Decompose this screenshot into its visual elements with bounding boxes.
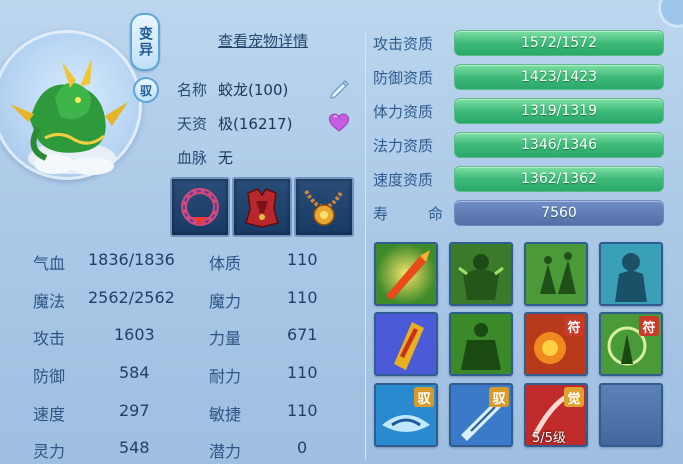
talent-label: 天资 (177, 115, 208, 133)
stat-label-spirit: 灵力 (33, 442, 66, 461)
aptitude-bar-speed: 1362/1362 (454, 166, 664, 192)
stat-value-defense: 584 (119, 363, 150, 382)
stat-label-endurance: 耐力 (209, 367, 242, 386)
ice-dragon-skill-icon[interactable]: 驭 (374, 383, 438, 447)
window-corner-ornament (658, 0, 683, 28)
green-golem-skill-icon[interactable] (449, 312, 513, 376)
talisman-strike-skill-icon[interactable] (374, 312, 438, 376)
tame-badge: 驭 (133, 77, 159, 103)
stat-value-agility: 110 (287, 401, 318, 420)
aptitude-label-mana: 法力资质 (373, 137, 434, 155)
aptitude-label-attack: 攻击资质 (373, 35, 434, 53)
blue-spirit-skill-icon[interactable] (599, 242, 663, 306)
stat-label-constitution: 体质 (209, 254, 242, 273)
stat-label-attack: 攻击 (33, 329, 66, 348)
stat-value-hp: 1836/1836 (88, 250, 175, 269)
aptitude-bar-defense: 1423/1423 (454, 64, 664, 90)
red-slash-skill-icon[interactable]: 觉 5/5级 (524, 383, 588, 447)
stat-value-spirit: 548 (119, 438, 150, 457)
stat-value-speed: 297 (119, 401, 150, 420)
talisman-tag: 符 (564, 316, 584, 336)
ice-blade-skill-icon[interactable]: 驭 (449, 383, 513, 447)
talisman-tag: 符 (639, 316, 659, 336)
empty-skill-slot[interactable] (599, 383, 663, 447)
aptitude-label-speed: 速度资质 (373, 171, 434, 189)
stat-value-endurance: 110 (287, 363, 318, 382)
edit-name-icon[interactable] (328, 77, 350, 99)
stat-label-defense: 防御 (33, 367, 66, 386)
stat-label-agility: 敏捷 (209, 405, 242, 424)
mutation-badge-text: 变异 (137, 26, 153, 58)
awaken-tag: 觉 (564, 387, 584, 407)
bloodline-label: 血脉 (177, 149, 208, 167)
name-value: 蛟龙(100) (218, 81, 289, 99)
aptitude-bar-attack: 1572/1572 (454, 30, 664, 56)
stat-value-potential: 0 (297, 438, 308, 457)
name-label: 名称 (177, 81, 208, 99)
stat-label-strength: 力量 (209, 329, 242, 348)
talent-value: 极(16217) (218, 115, 293, 133)
stat-value-strength: 671 (287, 325, 318, 344)
stat-label-speed: 速度 (33, 405, 66, 424)
stat-label-mp: 魔法 (33, 292, 66, 311)
aptitude-bar-mana: 1346/1346 (454, 132, 664, 158)
stat-value-mp: 2562/2562 (88, 288, 175, 307)
green-titan-skill-icon[interactable] (449, 242, 513, 306)
stat-value-constitution: 110 (287, 250, 318, 269)
tame-tag: 驭 (414, 387, 434, 407)
stat-value-attack: 1603 (114, 325, 155, 344)
heart-icon[interactable] (327, 111, 351, 133)
lifespan-label-1: 寿 (373, 205, 389, 223)
collar-icon (181, 188, 219, 226)
dragon-pet-portrait (10, 58, 128, 175)
amulet-icon (304, 189, 344, 226)
green-shield-skill-icon[interactable]: 符 (599, 312, 663, 376)
stat-label-hp: 气血 (33, 254, 66, 273)
lifespan-label-2: 命 (428, 205, 444, 223)
view-pet-details-link[interactable]: 查看宠物详情 (218, 30, 308, 51)
stat-value-magic: 110 (287, 288, 318, 307)
armor-icon (245, 188, 279, 228)
aptitude-label-stamina: 体力资质 (373, 103, 434, 121)
equipment-slot-amulet[interactable] (294, 177, 354, 237)
aptitude-bar-stamina: 1319/1319 (454, 98, 664, 124)
fire-fist-skill-icon[interactable]: 符 (524, 312, 588, 376)
panel-divider (365, 30, 366, 460)
lifespan-bar: 7560 (454, 200, 664, 226)
tame-tag: 驭 (489, 387, 509, 407)
skill-level-text: 5/5级 (532, 431, 566, 446)
fire-sword-skill-icon[interactable] (374, 242, 438, 306)
stat-label-potential: 潜力 (209, 442, 242, 461)
mutation-badge: 变异 (130, 13, 160, 71)
bloodline-value: 无 (218, 149, 234, 167)
equipment-slot-armor[interactable] (232, 177, 292, 237)
stat-label-magic: 魔力 (209, 292, 242, 311)
aptitude-label-defense: 防御资质 (373, 69, 434, 87)
green-warriors-skill-icon[interactable] (524, 242, 588, 306)
equipment-slot-collar[interactable] (170, 177, 230, 237)
